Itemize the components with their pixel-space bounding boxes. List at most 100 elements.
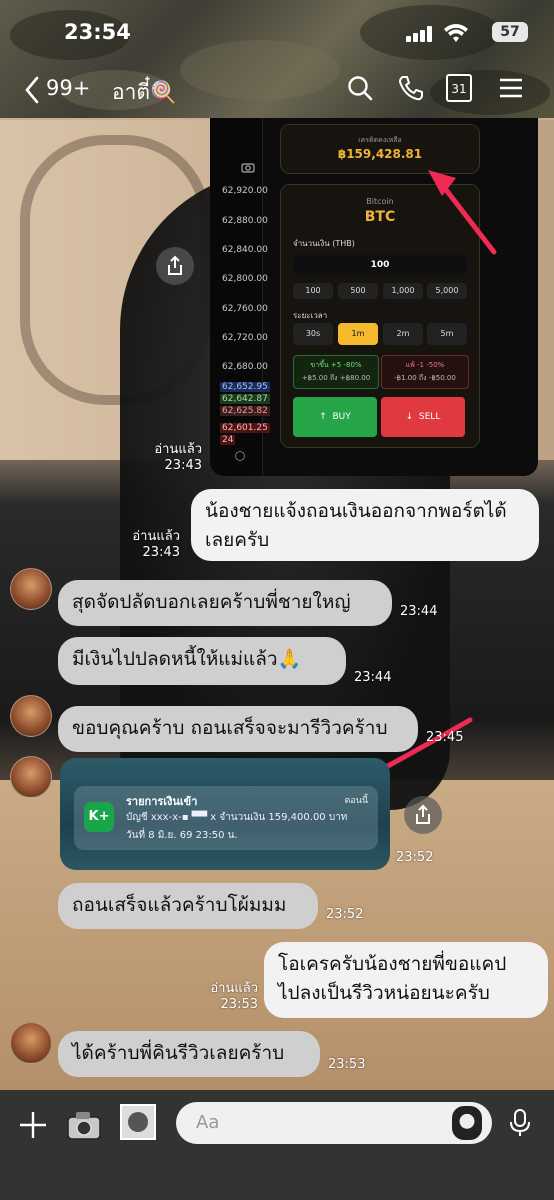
ladder-tag: 62,652.95	[220, 382, 270, 392]
read-label: อ่านแล้ว	[210, 981, 258, 996]
chat-nav-bar: 99+ อาตี๋🍭 31	[0, 72, 554, 110]
duration-chip[interactable]: 2m	[383, 323, 423, 345]
bank-notification-card: K+ รายการเงินเข้า ตอนนี้ บัญชี xxx-x-▪ ▀…	[74, 786, 378, 850]
bank-notification-image[interactable]: K+ รายการเงินเข้า ตอนนี้ บัญชี xxx-x-▪ ▀…	[60, 758, 390, 870]
avatar[interactable]	[10, 1022, 52, 1064]
read-receipt: อ่านแล้ว 23:43	[150, 442, 202, 474]
message-bubble-incoming[interactable]: ขอบคุณคร้าบ ถอนเสร็จจะมารีวิวคร้าบ	[58, 706, 418, 752]
notification-date-line: วันที่ 8 มิ.ย. 69 23:50 น.	[126, 830, 238, 841]
ladder-price: 62,800.00	[222, 274, 268, 284]
amount-chip[interactable]: 500	[338, 283, 378, 299]
read-receipt: อ่านแล้ว 23:43	[128, 529, 180, 561]
duration-label: ระยะเวลา	[293, 311, 328, 320]
emoji-sticker-icon[interactable]	[452, 1106, 482, 1140]
ladder-price: 62,880.00	[222, 216, 268, 226]
message-text: ได้คร้าบพี่คินรีวิวเลยคร้าบ	[72, 1042, 285, 1064]
status-bar: 23:54 57	[0, 18, 554, 52]
message-time: 23:43	[142, 545, 180, 560]
buy-button[interactable]: ↑ BUY	[293, 397, 377, 437]
calendar-day: 31	[451, 82, 467, 96]
up-payout-range: +฿5.00 ถึง +฿80.00	[301, 374, 371, 382]
message-input[interactable]: Aa	[176, 1102, 492, 1144]
duration-chip[interactable]: 30s	[293, 323, 333, 345]
notification-time-label: ตอนนี้	[344, 796, 368, 806]
menu-icon[interactable]	[497, 74, 525, 102]
message-bubble-incoming[interactable]: ถอนเสร็จแล้วคร้าบโผ้มมม	[58, 883, 318, 929]
share-button[interactable]	[156, 247, 194, 285]
amount-chip[interactable]: 1,000	[383, 283, 423, 299]
cellular-signal-icon	[406, 26, 434, 42]
message-bubble-outgoing[interactable]: โอเครครับน้องชายพี่ขอแคป ไปลงเป็นรีวิวหน…	[264, 942, 548, 1018]
balance-value: ฿159,428.81	[337, 147, 423, 161]
down-payout-title: แพ้ -1 -50%	[405, 361, 445, 369]
photo-gallery-icon[interactable]	[120, 1104, 156, 1140]
trading-screenshot-image[interactable]: 62,920.00 62,880.00 62,840.00 62,800.00 …	[210, 118, 538, 476]
message-bubble-outgoing[interactable]: น้องชายแจ้งถอนเงินออกจากพอร์ตได้เลยครับ	[191, 489, 539, 561]
wifi-icon	[444, 24, 468, 42]
plus-icon[interactable]	[18, 1110, 48, 1140]
down-payout-range: -฿1.00 ถึง -฿50.00	[394, 374, 456, 382]
status-time: 23:54	[64, 20, 131, 44]
message-text: ถอนเสร็จแล้วคร้าบโผ้มมม	[72, 894, 287, 916]
ladder-tag: 62,625.82	[220, 406, 270, 416]
top-bar: 23:54 57 99+ อาตี๋🍭 31	[0, 0, 554, 118]
read-label: อ่านแล้ว	[154, 442, 202, 457]
ladder-price: 62,920.00	[222, 186, 268, 196]
duration-chip-selected[interactable]: 1m	[338, 323, 378, 345]
battery-indicator: 57	[492, 22, 528, 42]
message-bubble-incoming[interactable]: ได้คร้าบพี่คินรีวิวเลยคร้าบ	[58, 1031, 320, 1077]
share-button[interactable]	[404, 796, 442, 834]
price-ladder: 62,920.00 62,880.00 62,840.00 62,800.00 …	[210, 156, 270, 456]
kplus-logo: K+	[84, 802, 114, 832]
down-payout-box: แพ้ -1 -50% -฿1.00 ถึง -฿50.00	[381, 355, 469, 389]
message-time: 23:44	[400, 604, 438, 619]
asset-subtitle: Bitcoin	[366, 197, 394, 206]
ladder-price: 62,840.00	[222, 245, 268, 255]
up-payout-title: ขาขึ้น +5 -80%	[310, 361, 362, 369]
avatar[interactable]	[10, 568, 52, 610]
message-time: 23:52	[396, 850, 434, 865]
back-chevron-icon[interactable]	[24, 76, 40, 104]
message-text-line: โอเครครับน้องชายพี่ขอแคป	[278, 953, 507, 975]
chat-title[interactable]: อาตี๋🍭	[112, 76, 176, 109]
unread-count[interactable]: 99+	[46, 76, 90, 100]
sell-label: SELL	[418, 412, 441, 422]
amount-chip[interactable]: 5,000	[427, 283, 467, 299]
phone-icon[interactable]	[397, 74, 425, 102]
ladder-tag: 24	[220, 435, 236, 445]
buy-label: BUY	[332, 412, 351, 422]
avatar[interactable]	[10, 756, 52, 798]
message-text: มีเงินไปปลดหนี้ให้แม่แล้ว🙏	[72, 648, 302, 670]
message-input-placeholder: Aa	[196, 1112, 220, 1133]
ladder-tag: 62,642.87	[220, 394, 270, 404]
search-icon[interactable]	[346, 74, 374, 102]
message-time: 23:52	[326, 907, 364, 922]
trade-panel: Bitcoin BTC จำนวนเงิน (THB) 100 100 500 …	[280, 184, 480, 448]
message-text: น้องชายแจ้งถอนเงินออกจากพอร์ตได้เลยครับ	[205, 500, 507, 551]
message-time: 23:44	[354, 670, 392, 685]
share-icon	[168, 255, 182, 275]
avatar[interactable]	[10, 695, 52, 737]
message-time: 23:53	[328, 1057, 366, 1072]
amount-chip[interactable]: 100	[293, 283, 333, 299]
message-text: ขอบคุณคร้าบ ถอนเสร็จจะมารีวิวคร้าบ	[72, 717, 388, 739]
up-payout-box: ขาขึ้น +5 -80% +฿5.00 ถึง +฿80.00	[293, 355, 379, 389]
camera-icon[interactable]	[66, 1107, 102, 1143]
microphone-icon[interactable]	[508, 1108, 532, 1138]
amount-input[interactable]: 100	[293, 255, 467, 275]
message-time: 23:43	[164, 458, 202, 473]
message-text: สุดจัดปลัดบอกเลยคร้าบพี่ชายใหญ่	[72, 591, 351, 613]
message-text-line: ไปลงเป็นรีวิวหน่อยนะครับ	[278, 982, 490, 1004]
settings-dot-icon	[235, 451, 245, 461]
ladder-price: 62,760.00	[222, 304, 268, 314]
asset-symbol: BTC	[364, 209, 396, 225]
message-bubble-incoming[interactable]: มีเงินไปปลดหนี้ให้แม่แล้ว🙏	[58, 637, 346, 685]
message-time: 23:53	[220, 997, 258, 1012]
message-bubble-incoming[interactable]: สุดจัดปลัดบอกเลยคร้าบพี่ชายใหญ่	[58, 580, 392, 626]
ladder-tag: 62,601.25	[220, 423, 270, 433]
duration-chip[interactable]: 5m	[427, 323, 467, 345]
sell-button[interactable]: ↓ SELL	[381, 397, 465, 437]
calendar-icon[interactable]: 31	[446, 74, 472, 102]
message-time: 23:45	[426, 730, 464, 745]
ladder-price: 62,680.00	[222, 362, 268, 372]
